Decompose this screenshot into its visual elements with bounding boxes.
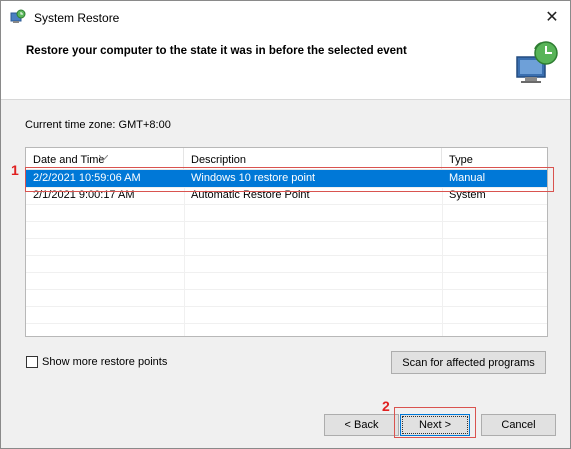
timezone-label: Current time zone: GMT+8:00: [25, 119, 171, 131]
system-restore-icon: [513, 39, 561, 87]
show-more-checkbox[interactable]: [26, 356, 38, 368]
show-more-label: Show more restore points: [42, 356, 168, 368]
system-restore-window: System Restore ✕ Restore your computer t…: [0, 0, 571, 449]
next-button-highlight: [394, 407, 476, 438]
column-label: Description: [191, 154, 247, 166]
show-more-checkbox-row[interactable]: Show more restore points: [26, 354, 167, 370]
column-header-date[interactable]: Date and Time: [26, 148, 184, 169]
close-icon[interactable]: ✕: [538, 5, 566, 29]
column-label: Date and Time: [33, 154, 105, 166]
title-bar: System Restore ✕: [1, 1, 570, 33]
header-panel: Restore your computer to the state it wa…: [1, 33, 570, 100]
page-title: Restore your computer to the state it wa…: [26, 45, 407, 57]
column-header-type[interactable]: Type: [442, 148, 547, 169]
column-header-description[interactable]: Description: [184, 148, 442, 169]
footer-separator: [1, 397, 570, 398]
system-restore-icon: [10, 9, 26, 25]
cancel-button[interactable]: Cancel: [481, 414, 556, 436]
scan-affected-programs-button[interactable]: Scan for affected programs: [391, 351, 546, 374]
step-marker-2: 2: [382, 398, 390, 414]
step-marker-1: 1: [11, 162, 19, 178]
selected-row-highlight: [25, 167, 554, 192]
back-button[interactable]: < Back: [324, 414, 399, 436]
window-title: System Restore: [34, 11, 120, 25]
column-label: Type: [449, 154, 473, 166]
